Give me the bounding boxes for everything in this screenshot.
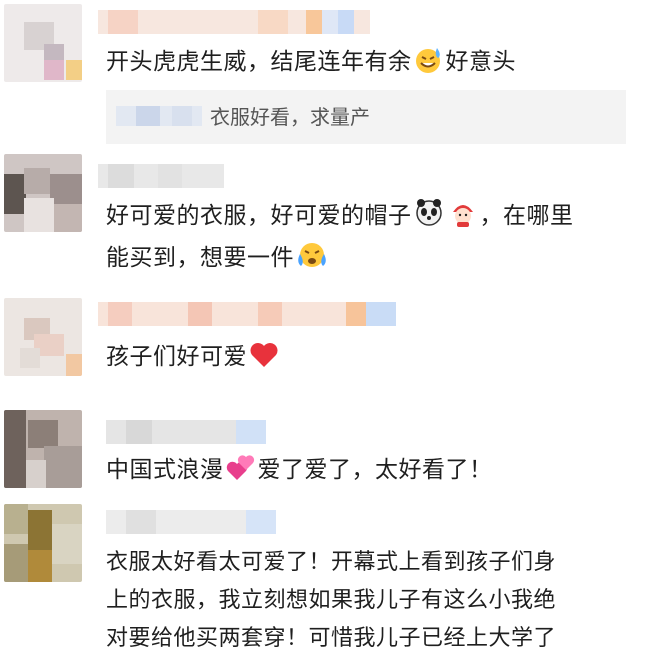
comment-text: 开头虎虎生威，结尾连年有余 好意头 bbox=[106, 44, 637, 86]
comment-line: 能买到，想要一件 bbox=[106, 240, 637, 282]
comment-item: 衣服太好看太可爱了！开幕式上看到孩子们身 上的衣服，我立刻想如果我儿子有这么小我… bbox=[0, 500, 647, 670]
username-blurred[interactable] bbox=[106, 420, 266, 444]
comment-text-part: 开头虎虎生威，结尾连年有余 bbox=[106, 49, 412, 75]
comment-text: 好可爱的衣服，好可爱的帽子 ，在哪里 能买到，想要一件 bbox=[106, 198, 637, 282]
avatar[interactable] bbox=[4, 504, 82, 582]
sweat-smile-icon bbox=[414, 46, 444, 86]
avatar[interactable] bbox=[4, 154, 82, 232]
comment-text-part: ，在哪里 bbox=[479, 203, 574, 229]
comment-text: 衣服太好看太可爱了！开幕式上看到孩子们身 上的衣服，我立刻想如果我儿子有这么小我… bbox=[106, 544, 637, 658]
comment-item: 中国式浪漫 爱了爱了，太好看了！ bbox=[0, 408, 647, 503]
comment-text-part: 爱了爱了，太好看了！ bbox=[257, 457, 493, 483]
red-hat-mascot-icon bbox=[448, 198, 478, 240]
avatar[interactable] bbox=[4, 410, 82, 488]
username-blurred[interactable] bbox=[98, 164, 224, 188]
reply-preview[interactable]: 衣服好看，求量产 bbox=[106, 90, 626, 144]
avatar[interactable] bbox=[4, 4, 82, 82]
comment-text-part: 孩子们好可爱 bbox=[106, 344, 247, 370]
comment-text-part: 好可爱的衣服，好可爱的帽子 bbox=[106, 203, 412, 229]
username-blurred[interactable] bbox=[106, 510, 276, 534]
comment-item: 开头虎虎生威，结尾连年有余 好意头 衣服好看，求量产 bbox=[0, 0, 647, 150]
comment-text: 孩子们好可爱 bbox=[106, 339, 637, 381]
comment-line: 上的衣服，我立刻想如果我儿子有这么小我绝 bbox=[106, 588, 557, 613]
comment-text-part: 好意头 bbox=[445, 49, 516, 75]
panda-icon bbox=[414, 198, 444, 240]
comment-item: 孩子们好可爱 bbox=[0, 294, 647, 394]
comment-line: 好可爱的衣服，好可爱的帽子 ，在哪里 bbox=[106, 198, 637, 240]
username-blurred[interactable] bbox=[98, 302, 396, 326]
reply-text: 衣服好看，求量产 bbox=[210, 105, 370, 129]
two-hearts-icon bbox=[226, 454, 256, 494]
crying-icon bbox=[296, 240, 328, 282]
comment-text-part: 能买到，想要一件 bbox=[106, 245, 294, 271]
comment-line: 对要给他买两套穿！可惜我儿子已经上大学了 bbox=[106, 626, 557, 651]
comment-text-part: 中国式浪漫 bbox=[106, 457, 224, 483]
comment-item: 好可爱的衣服，好可爱的帽子 ，在哪里 能买到，想要一件 bbox=[0, 150, 647, 290]
username-blurred[interactable] bbox=[98, 10, 370, 34]
avatar[interactable] bbox=[4, 298, 82, 376]
comment-line: 衣服太好看太可爱了！开幕式上看到孩子们身 bbox=[106, 550, 557, 575]
heart-icon bbox=[249, 341, 279, 381]
reply-username-blurred bbox=[116, 100, 202, 132]
comment-text: 中国式浪漫 爱了爱了，太好看了！ bbox=[106, 452, 637, 494]
